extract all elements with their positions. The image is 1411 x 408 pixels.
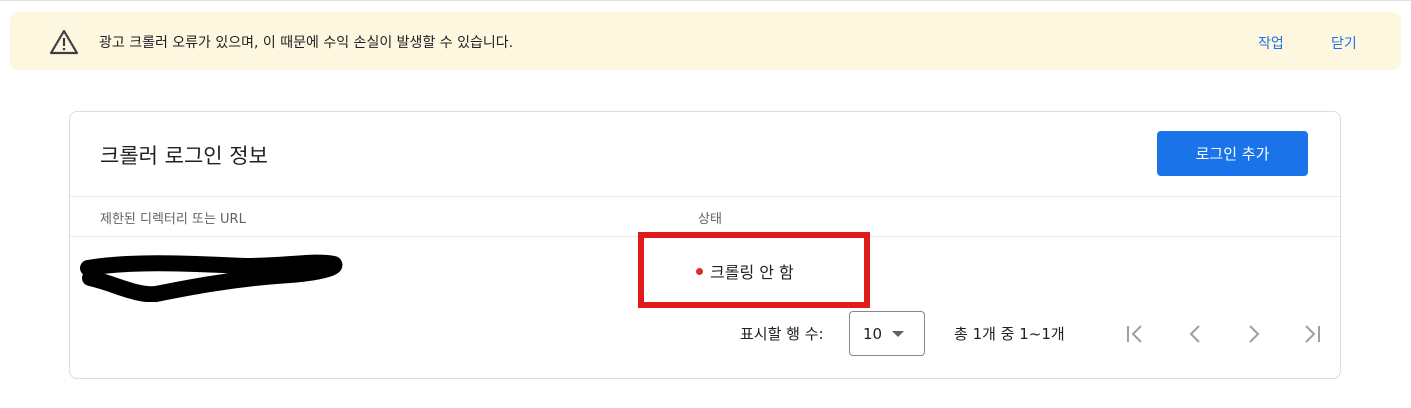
header-divider xyxy=(70,196,1340,197)
last-page-button[interactable] xyxy=(1297,317,1327,351)
redacted-url-scribble xyxy=(80,254,343,302)
column-header-url: 제한된 디렉터리 또는 URL xyxy=(100,212,246,227)
first-page-icon xyxy=(1127,325,1142,343)
status-cell: 크롤링 안 함 xyxy=(696,259,794,283)
add-login-button[interactable]: 로그인 추가 xyxy=(1157,131,1308,176)
chevron-left-icon xyxy=(1189,325,1200,343)
rows-per-page-value: 10 xyxy=(863,324,883,343)
warning-icon xyxy=(49,29,79,55)
status-text: 크롤링 안 함 xyxy=(710,263,794,282)
banner-action-button[interactable]: 작업 xyxy=(1258,33,1284,53)
pagination-range: 총 1개 중 1~1개 xyxy=(954,325,1065,343)
first-page-button[interactable] xyxy=(1120,317,1150,351)
top-divider xyxy=(0,0,1411,1)
column-header-status: 상태 xyxy=(698,212,722,227)
card-title: 크롤러 로그인 정보 xyxy=(100,144,268,168)
crawler-login-card: 크롤러 로그인 정보 로그인 추가 제한된 디렉터리 또는 URL 상태 크롤링… xyxy=(69,111,1341,379)
previous-page-button[interactable] xyxy=(1180,317,1210,351)
rows-per-page-label: 표시할 행 수: xyxy=(740,325,824,343)
banner-close-button[interactable]: 닫기 xyxy=(1331,33,1357,53)
crawler-error-banner: 광고 크롤러 오류가 있으며, 이 때문에 수익 손실이 발생할 수 있습니다.… xyxy=(10,12,1401,70)
next-page-button[interactable] xyxy=(1239,317,1269,351)
status-dot-icon xyxy=(696,267,703,275)
chevron-right-icon xyxy=(1249,325,1260,343)
caret-down-icon xyxy=(892,330,905,337)
last-page-icon xyxy=(1305,325,1320,343)
rows-per-page-select[interactable]: 10 xyxy=(849,311,925,356)
banner-message: 광고 크롤러 오류가 있으며, 이 때문에 수익 손실이 발생할 수 있습니다. xyxy=(99,35,514,51)
